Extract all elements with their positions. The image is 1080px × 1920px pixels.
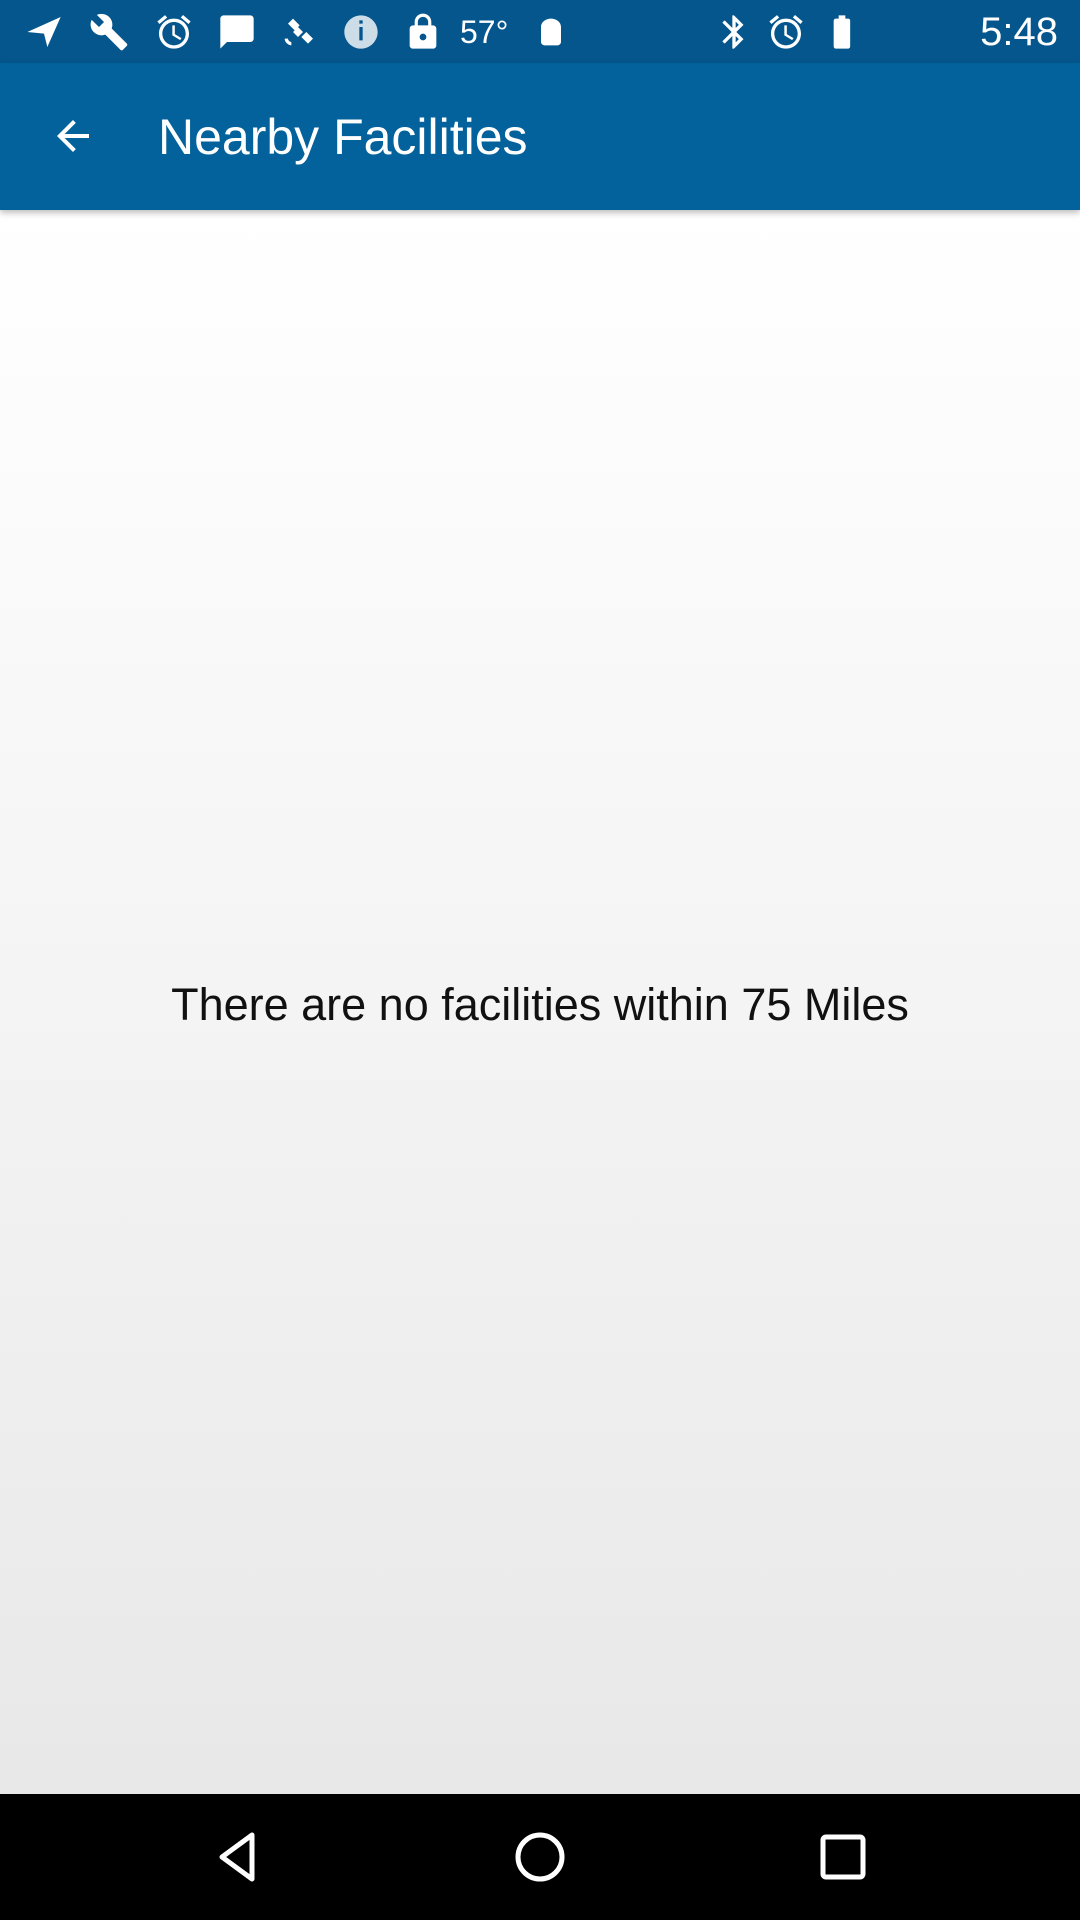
navigation-icon bbox=[20, 8, 68, 56]
battery-icon bbox=[818, 8, 866, 56]
alarm-icon bbox=[150, 8, 198, 56]
fake-gps-icon bbox=[274, 8, 322, 56]
screen: 57° 5:48 Nearby Facilities There are no … bbox=[0, 0, 1080, 1920]
app-bar: Nearby Facilities bbox=[0, 63, 1080, 210]
back-triangle-icon bbox=[219, 1832, 255, 1882]
clock: 5:48 bbox=[980, 10, 1058, 54]
lock-icon bbox=[399, 8, 447, 56]
message-icon bbox=[213, 8, 261, 56]
navigation-bar bbox=[0, 1794, 1080, 1920]
wrench-icon bbox=[85, 8, 133, 56]
bluetooth-icon bbox=[710, 8, 758, 56]
page-title: Nearby Facilities bbox=[158, 109, 528, 165]
nav-home-button[interactable] bbox=[502, 1819, 578, 1895]
content-area: There are no facilities within 75 Miles bbox=[0, 210, 1080, 1794]
back-button[interactable] bbox=[31, 94, 115, 178]
recents-square-icon bbox=[820, 1834, 866, 1880]
temperature-label: 57° bbox=[460, 14, 509, 50]
nav-back-button[interactable] bbox=[200, 1819, 276, 1895]
android-icon bbox=[527, 8, 575, 56]
info-icon bbox=[337, 8, 385, 56]
alarm-icon bbox=[762, 8, 810, 56]
empty-state-message: There are no facilities within 75 Miles bbox=[171, 979, 909, 1030]
nav-recents-button[interactable] bbox=[805, 1819, 881, 1895]
home-circle-icon bbox=[515, 1832, 565, 1882]
arrow-back-icon bbox=[57, 120, 89, 152]
status-bar: 57° 5:48 bbox=[0, 0, 1080, 63]
